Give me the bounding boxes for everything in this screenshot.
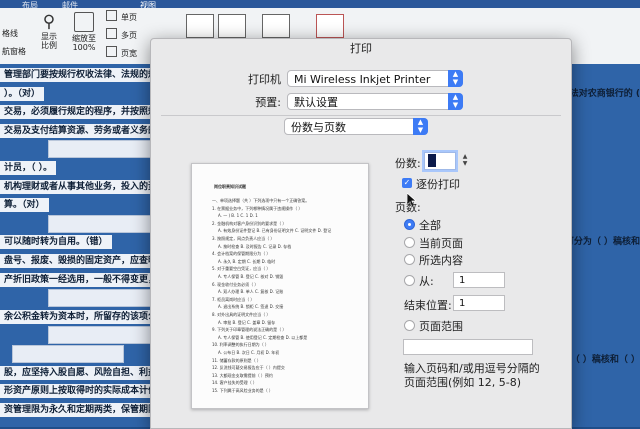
preview-line: 10. 利率调整的执行日期为（ ）: [212, 342, 269, 348]
page-range-hint: 输入页码和/或用逗号分隔的 页面范围(例如 12, 5-8): [404, 362, 540, 389]
copies-label: 份数:: [395, 157, 421, 170]
printer-select-value: Mi Wireless Inkjet Printer: [294, 73, 431, 86]
print-dialog: 打印 打印机 Mi Wireless Inkjet Printer ▲ ▼ 预置:…: [150, 38, 572, 429]
preview-line: A. 一 ) B. 1 C. 1 D. 1: [218, 213, 258, 219]
preview-line: 8. 对外出具的证明文件应当（ ）: [212, 312, 271, 317]
section-select[interactable]: 份数与页数 ▲ ▼: [284, 118, 428, 135]
preview-line: 11. 储蓄存款的原则是（ ）: [212, 357, 261, 363]
document-answer-box: [48, 326, 160, 345]
preview-line: 14. 客户挂失的受理（ ）: [212, 380, 257, 386]
preview-line: 13. 大额现金支取需提前（ ）预约: [212, 372, 273, 378]
switch-window-icon[interactable]: [262, 14, 290, 38]
page-width-option[interactable]: 页宽: [106, 46, 137, 59]
preview-line: A. 永久 B. 定期 C. 长期 D. 临时: [218, 258, 276, 264]
presets-select-value: 默认设置: [294, 96, 338, 109]
radio-page-range[interactable]: [404, 320, 415, 331]
multi-page-option[interactable]: 多页: [106, 28, 137, 41]
section-select-value: 份数与页数: [291, 121, 346, 134]
document-answer-box: [48, 140, 160, 159]
preview-line: A. 专人保管 B. 使用登记 C. 定期检查 D. 以上都是: [218, 334, 308, 340]
radio-from[interactable]: [404, 275, 415, 286]
radio-selection-label: 所选内容: [419, 254, 463, 267]
copies-field[interactable]: 1: [424, 152, 456, 170]
single-page-icon: [106, 10, 117, 21]
pages-label: 页数:: [395, 201, 421, 214]
magnifier-icon: ⚲: [42, 12, 56, 32]
macro-icon[interactable]: [316, 14, 344, 38]
text-caret: [428, 154, 436, 167]
preview-line: 一、单项选择题（共 ）下列选项中只有一个正确答案。: [212, 198, 310, 203]
copies-stepper-icon[interactable]: ▲ ▼: [461, 153, 469, 169]
radio-range-label: 页面范围: [419, 320, 463, 333]
updown-arrows-icon: ▲ ▼: [448, 70, 463, 87]
radio-selection[interactable]: [404, 254, 415, 265]
radio-current-label: 当前页面: [419, 237, 463, 250]
collate-checkbox[interactable]: ✓: [402, 178, 412, 188]
window-arrange-icon[interactable]: [186, 14, 214, 38]
page-zoom-icon: [74, 12, 94, 32]
updown-arrows-icon: ▲ ▼: [413, 118, 428, 135]
single-page-option[interactable]: 单页: [106, 10, 137, 23]
radio-from-label: 从:: [419, 275, 434, 288]
radio-current-page[interactable]: [404, 237, 415, 248]
preview-line: 5. 对于重要空白凭证，应当（ ）: [212, 266, 271, 272]
presets-label: 预置:: [255, 96, 281, 109]
multi-page-icon: [106, 28, 117, 39]
document-answer-box: [12, 345, 124, 363]
preview-line: 9. 下列关于印章管理的说法正确的是（ ）: [212, 327, 287, 333]
dialog-title: 打印: [350, 42, 372, 55]
preview-line: A. 审批 B. 登记 C. 盖章 D. 留存: [218, 319, 276, 325]
preview-line: 1. 在票据业务中，下列哪种情况属于违规操作（ ）: [212, 205, 303, 211]
preview-line: 4. 会计档案的保管期限分为（ ）: [212, 251, 271, 257]
to-label: 结束位置:: [404, 299, 452, 312]
separator: [161, 115, 561, 116]
preview-line: A. 公布日 B. 次日 C. 月初 D. 年初: [218, 350, 280, 355]
preview-line: A. 双人办理 B. 单人 C. 复核 D. 记账: [218, 289, 284, 295]
document-right-line: （ ）稿核和（ ）: [570, 355, 640, 365]
document-line: ）。（对）: [0, 86, 45, 101]
updown-arrows-icon: ▲ ▼: [448, 93, 463, 110]
preview-line: 6. 现金收付业务必须（ ）: [212, 281, 259, 287]
from-page-field[interactable]: 1: [453, 272, 505, 288]
collate-label: 逐份打印: [416, 178, 460, 191]
document-answer-box: [48, 289, 160, 308]
preview-title: 岗位职责知识试题: [214, 184, 246, 189]
ribbon-tab-strip: 布局 邮件 视图: [0, 0, 640, 10]
document-line: 资管理限为永久和定期两类，保管期限: [0, 402, 162, 417]
radio-all[interactable]: [404, 219, 415, 230]
presets-select[interactable]: 默认设置 ▲ ▼: [287, 93, 463, 110]
ribbon-gridlines[interactable]: 格线: [2, 28, 18, 39]
show-ratio-button[interactable]: ⚲ 显示 比例: [34, 12, 64, 50]
printer-label: 打印机: [248, 73, 281, 86]
zoom-100-button[interactable]: 缩放至 100%: [66, 12, 102, 52]
preview-line: 7. 柜员离岗时应当（ ）: [212, 296, 255, 302]
print-preview: 岗位职责知识试题 一、单项选择题（共 ）下列选项中只有一个正确答案。 1. 在票据…: [191, 163, 369, 409]
to-page-field[interactable]: 1: [453, 295, 505, 311]
page-width-icon: [106, 46, 117, 57]
radio-all-label: 全部: [419, 219, 441, 232]
preview-line: A. 按时检查 B. 及时报告 C. 记录 D. 存档: [218, 243, 292, 249]
preview-line: 2. 金融机构对客户身份识别的要求是（ ）: [212, 220, 287, 226]
document-line: 可以随时转为自用。（错）: [0, 235, 112, 250]
preview-line: 3. 按照规定，网点负责人应当（ ）: [212, 236, 275, 241]
document-line: 计员，（ ）。: [0, 161, 57, 175]
document-line: 形资产原则上按取得时的实际成本计价。（: [0, 384, 175, 399]
preview-line: 12. 反洗钱可疑交易报告应于（ ）内提交: [212, 365, 285, 371]
preview-line: A. 有效身份证件登记 B. 已有身份证明文件 C. 证明文件 D. 登记: [218, 228, 332, 234]
page-range-field[interactable]: [403, 339, 533, 355]
document-answer-box: [48, 214, 160, 233]
document-line: 算。（对）: [0, 198, 49, 213]
preview-line: A. 专人保管 B. 登记 C. 核对 D. 销毁: [218, 274, 284, 279]
window-split-icon[interactable]: [218, 14, 246, 38]
ribbon-nav-pane[interactable]: 航窗格: [2, 46, 26, 57]
printer-select[interactable]: Mi Wireless Inkjet Printer ▲ ▼: [287, 70, 463, 87]
preview-line: 15. 下列属于高风险业务的是（ ）: [212, 388, 273, 393]
preview-line: A. 退出系统 B. 锁柜 C. 签退 D. 交接: [218, 304, 284, 310]
